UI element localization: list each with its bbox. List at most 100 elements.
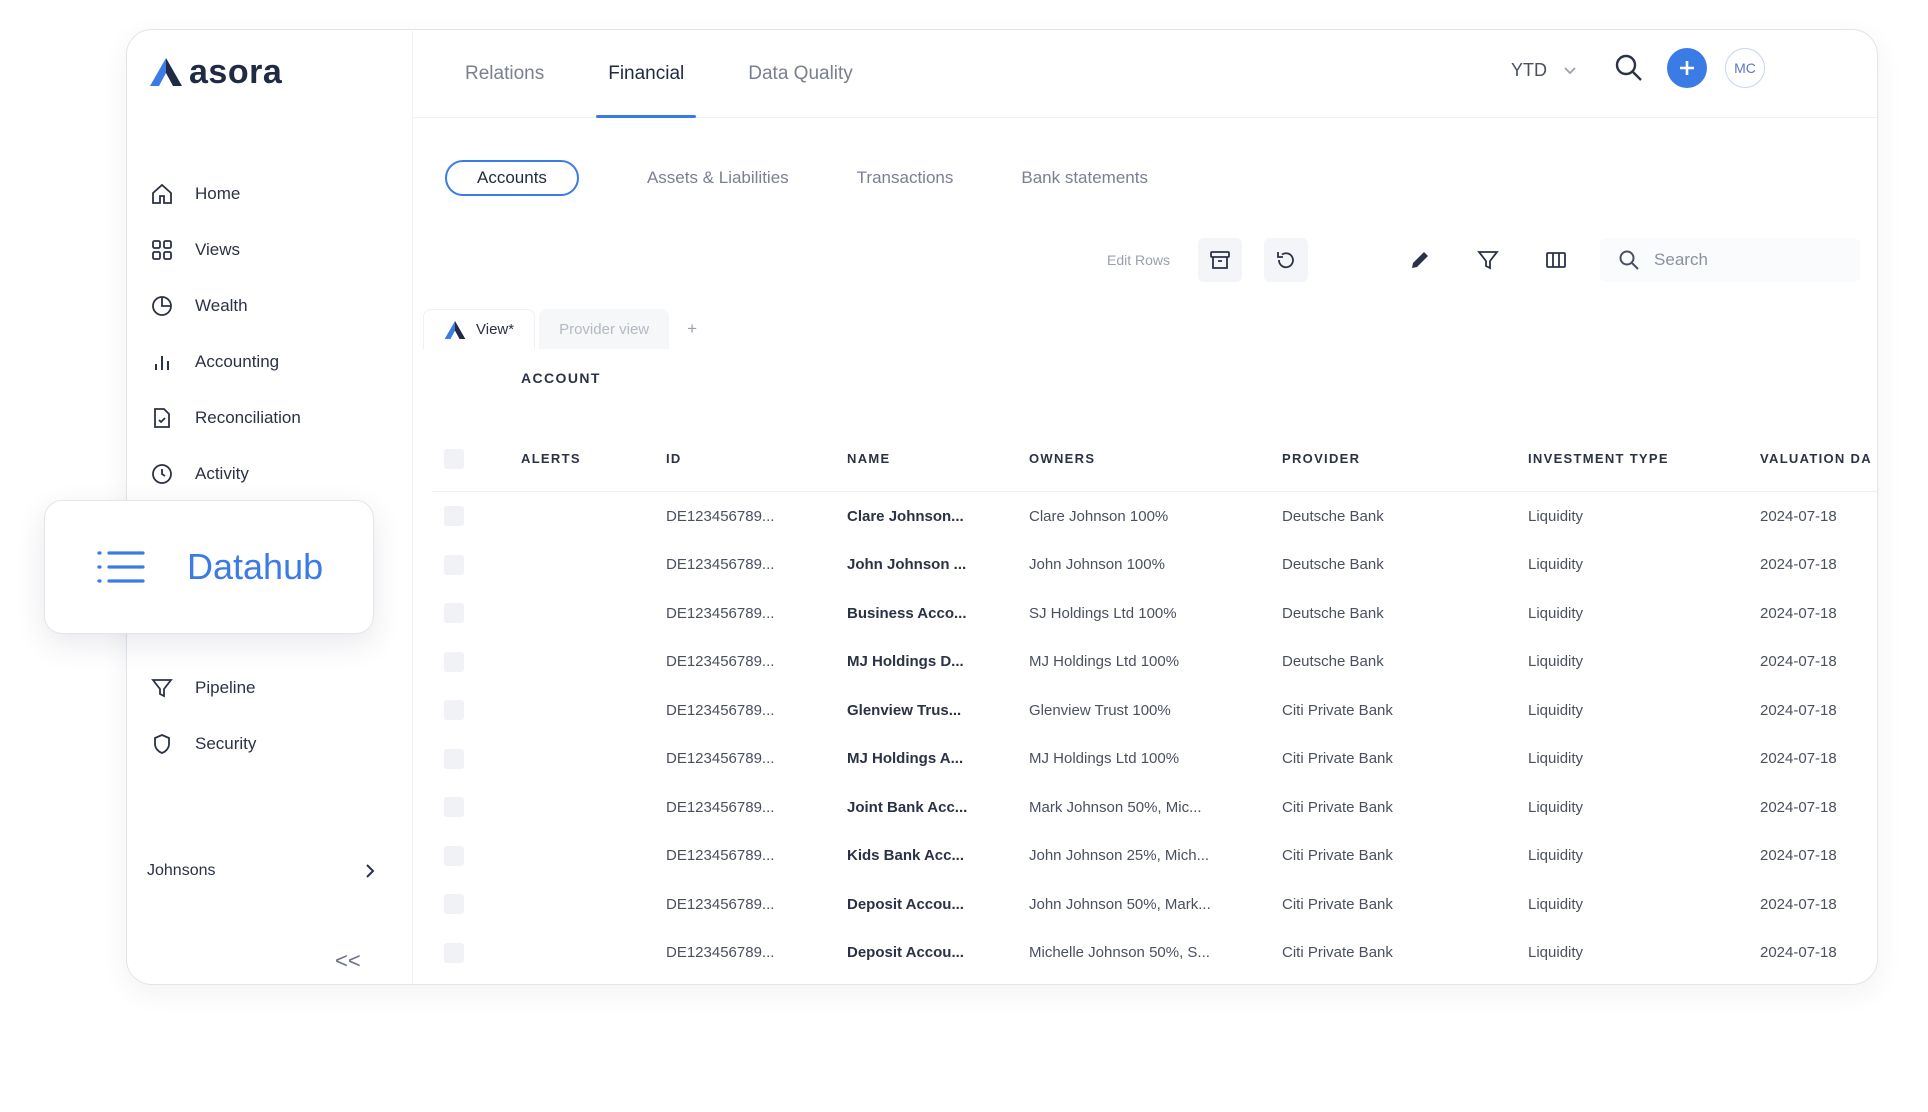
funnel-icon (149, 675, 175, 701)
add-button[interactable] (1667, 48, 1707, 88)
table-toolbar: Edit Rows (1107, 238, 1861, 282)
archive-button[interactable] (1198, 238, 1243, 282)
table-row[interactable]: DE123456789... MJ Holdings D... MJ Holding… (432, 638, 1877, 687)
subtab-transactions[interactable]: Transactions (857, 160, 954, 196)
sidebar-item-label: Home (195, 184, 241, 203)
row-checkbox[interactable] (444, 700, 464, 721)
undo-button[interactable] (1264, 238, 1309, 282)
id-cell: DE123456789... (666, 798, 775, 816)
investment-type-cell: Liquidity (1528, 977, 1728, 984)
tab-data-quality[interactable]: Data Quality (736, 30, 865, 118)
table-row[interactable]: DE123456789... Clare Johnson... Clare John… (432, 492, 1877, 541)
column-header[interactable]: OWNERS (1029, 426, 1249, 491)
period-select[interactable]: YTD (1511, 60, 1577, 81)
logo[interactable]: asora (149, 52, 282, 92)
row-checkbox[interactable] (444, 554, 464, 575)
tab-financial[interactable]: Financial (596, 30, 697, 118)
alert-cell (521, 783, 641, 832)
row-select-cell (444, 638, 468, 687)
row-checkbox[interactable] (444, 651, 464, 672)
list-icon (97, 551, 145, 583)
alert-cell (521, 492, 641, 541)
valuation-date-cell: 2024-07-18 (1760, 604, 1837, 622)
table-search[interactable] (1600, 238, 1861, 282)
sidebar-item-views[interactable]: Views (149, 222, 301, 278)
sidebar-nav-bottom: Pipeline Security (149, 660, 256, 772)
sidebar-item-activity[interactable]: Activity (149, 446, 301, 502)
table-row[interactable]: DE123456789... Deposit Accou... Michelle J… (432, 929, 1877, 978)
column-header[interactable]: PROVIDER (1282, 426, 1502, 491)
name-cell: MJ Holdings D... (847, 653, 964, 671)
search-input[interactable] (1654, 250, 1815, 270)
view-tab-active[interactable]: View* (423, 309, 536, 349)
collapse-sidebar-button[interactable]: << (335, 948, 361, 974)
owners-cell: Clare Johnson 100% (1029, 507, 1169, 525)
column-header[interactable]: VALUATION DA (1760, 426, 1877, 491)
global-search-button[interactable] (1609, 48, 1649, 88)
row-checkbox[interactable] (444, 506, 464, 527)
alert-cell (521, 880, 641, 929)
owners-cell: Mark Johnson 50%, Mic... (1029, 798, 1202, 816)
subtab-assets-liabilities[interactable]: Assets & Liabilities (647, 160, 789, 196)
pencil-icon (1412, 252, 1429, 268)
avatar[interactable]: MC (1725, 48, 1765, 88)
subtab-accounts[interactable]: Accounts (445, 160, 579, 196)
table-row[interactable]: DE123456789... Glenview Trus... Glenview T… (432, 686, 1877, 735)
sidebar-item-pipeline[interactable]: Pipeline (149, 660, 256, 716)
table-row[interactable]: DE123456789... Deposit Accou... John Johns… (432, 880, 1877, 929)
alert-cell (521, 541, 641, 590)
accounts-table: ALERTS ID NAME OWNERS PROVIDER INVESTMEN… (432, 426, 1877, 984)
id-cell: DE123456789... (666, 847, 775, 865)
valuation-date-cell: 2024-07-18 (1760, 556, 1837, 574)
owners-cell: Michelle Johnson 50%, S... (1029, 944, 1210, 962)
edit-button[interactable] (1398, 238, 1442, 282)
provider-cell: Deutsche Bank (1282, 604, 1384, 622)
column-header[interactable]: INVESTMENT TYPE (1528, 426, 1728, 491)
workspace-selector[interactable]: Johnsons (147, 862, 377, 880)
sidebar-item-home[interactable]: Home (149, 166, 301, 222)
tab-relations[interactable]: Relations (453, 30, 556, 118)
row-checkbox[interactable] (444, 894, 464, 915)
view-tab-provider[interactable]: Provider view (539, 309, 670, 349)
column-header[interactable]: NAME (847, 426, 1007, 491)
table-body: DE123456789... Clare Johnson... Clare John… (432, 492, 1877, 984)
valuation-date-cell: 2024-07-18 (1760, 798, 1837, 816)
id-cell: DE123456789... (666, 701, 775, 719)
columns-button[interactable] (1534, 238, 1578, 282)
home-icon (149, 181, 175, 207)
subtab-bank-statements[interactable]: Bank statements (1021, 160, 1148, 196)
row-checkbox[interactable] (444, 845, 464, 866)
table-row[interactable]: DE123456789... Joint Bank Acc... Mark John… (432, 783, 1877, 832)
provider-cell: Citi Private Bank (1282, 847, 1393, 865)
table-row[interactable]: GB68BARC20... Company Ban... MJ Holdings L… (432, 977, 1877, 984)
alert-cell (521, 977, 641, 984)
sidebar-item-accounting[interactable]: Accounting (149, 334, 301, 390)
row-checkbox[interactable] (444, 748, 464, 769)
sidebar-item-label: Activity (195, 464, 249, 483)
sidebar-item-wealth[interactable]: Wealth (149, 278, 301, 334)
datahub-card[interactable]: Datahub (44, 500, 374, 634)
search-icon (1615, 54, 1642, 81)
sidebar-item-reconciliation[interactable]: Reconciliation (149, 390, 301, 446)
owners-cell: John Johnson 100% (1029, 556, 1165, 574)
table-row[interactable]: DE123456789... MJ Holdings A... MJ Holding… (432, 735, 1877, 784)
owners-cell: MJ Holdings Ltd 100% (1029, 653, 1180, 671)
column-header[interactable]: ALERTS (521, 426, 641, 491)
table-row[interactable]: DE123456789... Business Acco... SJ Holding… (432, 589, 1877, 638)
table-row[interactable]: DE123456789... Kids Bank Acc... John Johns… (432, 832, 1877, 881)
column-header[interactable]: ID (666, 426, 816, 491)
filter-button[interactable] (1466, 238, 1510, 282)
select-all-checkbox[interactable] (444, 448, 464, 469)
table-row[interactable]: DE123456789... John Johnson ... John Johns… (432, 541, 1877, 590)
alert-cell (521, 735, 641, 784)
name-cell: Deposit Accou... (847, 895, 964, 913)
row-select-cell (444, 686, 468, 735)
name-cell: John Johnson ... (847, 556, 967, 574)
search-icon (1619, 250, 1639, 270)
add-view-button[interactable]: + (687, 319, 697, 339)
row-checkbox[interactable] (444, 603, 464, 624)
id-cell: DE123456789... (666, 653, 775, 671)
sidebar-item-security[interactable]: Security (149, 716, 256, 772)
row-checkbox[interactable] (444, 797, 464, 818)
row-checkbox[interactable] (444, 942, 464, 963)
